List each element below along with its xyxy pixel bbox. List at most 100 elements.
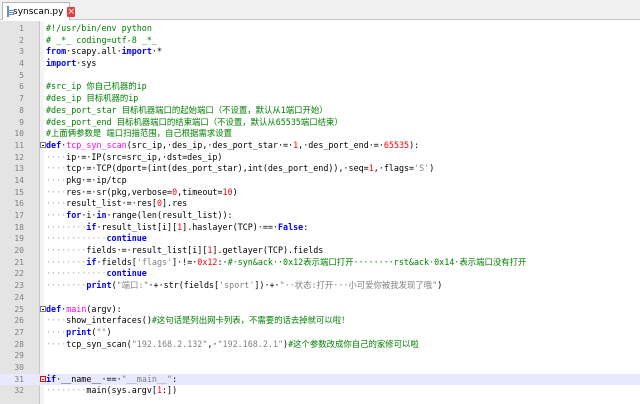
- code-line[interactable]: 27 ····print(""): [0, 327, 640, 339]
- code-token: #des_ip 目标机器的ip: [46, 93, 139, 104]
- line-number: 23: [14, 281, 24, 291]
- code-token: 65535: [383, 139, 410, 150]
- code-token: "··状态:打开···小可爱你被我发现了哦": [279, 280, 438, 291]
- code-text: #上面俩参数是 端口扫描范围，自己根据需求设置: [46, 128, 232, 140]
- code-line[interactable]: 24: [0, 292, 640, 304]
- code-line[interactable]: 4 import·sys: [0, 58, 640, 70]
- code-line[interactable]: 30: [0, 362, 640, 374]
- code-line[interactable]: 9 #des_port_end 目标机器端口的结束端口（不设置，默认从65535端…: [0, 117, 640, 129]
- code-token: "__main__": [121, 373, 173, 384]
- line-number: 14: [14, 175, 24, 185]
- code-area[interactable]: 1 #!/usr/bin/env python 2 # _*_ coding=utf-…: [0, 23, 640, 397]
- code-line[interactable]: 10 #上面俩参数是 端口扫描范围，自己根据需求设置: [0, 128, 640, 140]
- code-text: ····result_list·=·res[0].res: [46, 198, 187, 210]
- line-number: 25: [14, 304, 24, 314]
- code-token: ): [429, 163, 435, 174]
- code-token: (src_ip,·des_ip,·des_port_star·=·: [126, 139, 294, 150]
- code-token: (argv):: [86, 303, 122, 314]
- code-line[interactable]: 20 ········fields·=·result_list[i][1].get…: [0, 245, 640, 257]
- code-line[interactable]: 3 from·scapy.all·import·*: [0, 46, 640, 58]
- code-text: ········if·result_list[i][1].haslayer(TC…: [46, 222, 308, 234]
- code-token: ····: [46, 326, 67, 337]
- code-line[interactable]: 32 ········main(sys.argv[1:]): [0, 385, 640, 397]
- tab-bar: synscan.py ×: [0, 0, 640, 20]
- code-token: tcp_syn_scan(: [66, 338, 132, 349]
- code-line[interactable]: 1 #!/usr/bin/env python: [0, 23, 640, 35]
- code-token: "": [96, 326, 107, 337]
- code-line[interactable]: 16 ····result_list·=·res[0].res: [0, 198, 640, 210]
- line-number: 18: [14, 222, 24, 232]
- code-line[interactable]: 21 ········if·fields['flags']·!=·0x12:·#·…: [0, 257, 640, 269]
- line-number: 1: [19, 24, 24, 33]
- code-token: ): [437, 280, 443, 291]
- code-token: #src_ip 你自己机器的ip: [46, 81, 147, 92]
- code-line[interactable]: 29: [0, 350, 640, 362]
- code-token: ····: [46, 198, 67, 209]
- code-line[interactable]: 17 ····for·i·in·range(len(result_list)):: [0, 210, 640, 222]
- code-token: #这句话是列出网卡列表，不需要的话去掉就可以啦！: [151, 315, 350, 326]
- code-token: ············: [46, 233, 107, 244]
- code-token: 'sport': [219, 280, 255, 291]
- line-number: 29: [14, 351, 24, 361]
- code-token: import: [121, 46, 152, 57]
- code-token: ·*: [151, 46, 162, 57]
- code-token: ····: [46, 338, 67, 349]
- code-line[interactable]: 15 ····res·=·sr(pkg,verbose=0,timeout=10): [0, 187, 640, 199]
- code-text: #src_ip 你自己机器的ip: [46, 81, 147, 93]
- code-token: #des_port_end 目标机器端口的结束端口（不设置，默认从65535端口…: [46, 116, 343, 127]
- code-token: #des_port_star 目标机器端口的起始端口（不设置，默认从1端口开始）: [46, 104, 328, 115]
- code-text: ····print(""): [46, 327, 112, 339]
- code-line[interactable]: 22 ············continue: [0, 268, 640, 280]
- code-token: False: [277, 221, 304, 232]
- code-token: ·sys: [76, 58, 97, 69]
- code-token: ): [232, 186, 238, 197]
- code-token: :: [172, 373, 178, 384]
- code-text: #des_port_end 目标机器端口的结束端口（不设置，默认从65535端口…: [46, 117, 343, 129]
- code-token: main(sys.argv[: [86, 385, 157, 396]
- file-icon: [7, 6, 14, 17]
- code-token: tcp·=·TCP(dport=(int(des_port_star),int(…: [66, 163, 369, 174]
- code-token: ········: [46, 245, 87, 256]
- line-number: 11: [14, 140, 24, 150]
- line-number: 21: [14, 257, 24, 267]
- line-number: 28: [14, 339, 24, 349]
- code-line[interactable]: 14 ····pkg·=·ip/tcp: [0, 175, 640, 187]
- line-number: 5: [19, 70, 24, 80]
- line-number: 13: [14, 164, 24, 174]
- code-token: show_interfaces(): [66, 315, 152, 326]
- code-line[interactable]: 6 #src_ip 你自己机器的ip: [0, 81, 640, 93]
- code-line[interactable]: 31 if·__name__·==·"__main__":: [0, 373, 640, 386]
- code-line[interactable]: 23 ········print("端口:"·+·str(fields['spor…: [0, 280, 640, 292]
- code-text: #des_ip 目标机器的ip: [46, 93, 138, 105]
- code-line[interactable]: 18 ········if·result_list[i][1].haslayer(…: [0, 222, 640, 234]
- code-token: ·__name__·==·: [56, 373, 122, 384]
- code-line[interactable]: 8 #des_port_star 目标机器端口的起始端口（不设置，默认从1端口开始…: [0, 105, 640, 117]
- code-token: "192.168.2.132": [131, 338, 208, 349]
- code-token: :: [303, 221, 309, 232]
- code-text: if·__name__·==·"__main__":: [46, 374, 177, 386]
- code-token: ·i·: [81, 210, 97, 220]
- code-token: ·scapy.all·: [66, 46, 122, 57]
- code-line[interactable]: 19 ············continue: [0, 233, 640, 245]
- code-line[interactable]: 28 ····tcp_syn_scan("192.168.2.132",·"192…: [0, 339, 640, 351]
- code-text: ····pkg·=·ip/tcp: [46, 175, 127, 187]
- code-text: # _*_ coding=utf-8 _*_: [46, 35, 157, 47]
- code-text: ············continue: [46, 233, 147, 245]
- code-line[interactable]: 5: [0, 70, 640, 82]
- code-token: ····: [46, 186, 67, 197]
- code-line[interactable]: 13 ····tcp·=·TCP(dport=(int(des_port_star…: [0, 163, 640, 175]
- code-line[interactable]: 12 ····ip·=·IP(src=src_ip,·dst=des_ip): [0, 152, 640, 164]
- code-token: #·syn&ack··0x12表示端口打开········rst&ack·0x1…: [227, 256, 527, 267]
- code-token: tcp_syn_scan: [66, 139, 127, 150]
- code-line[interactable]: 26 ····show_interfaces()#这句话是列出网卡列表，不需要的话…: [0, 315, 640, 327]
- code-token: 'S': [414, 163, 430, 174]
- close-icon[interactable]: ×: [67, 6, 76, 17]
- code-line[interactable]: 25 def·main(argv):: [0, 304, 640, 316]
- code-line[interactable]: 11 def·tcp_syn_scan(src_ip,·des_ip,·des_p…: [0, 140, 640, 152]
- code-editor[interactable]: 1 #!/usr/bin/env python 2 # _*_ coding=utf-…: [0, 21, 640, 404]
- code-token: result_list·=·res[: [66, 198, 157, 209]
- code-token: ····: [46, 163, 67, 174]
- code-line[interactable]: 2 # _*_ coding=utf-8 _*_: [0, 35, 640, 47]
- tab-synscan[interactable]: synscan.py ×: [2, 2, 76, 20]
- code-line[interactable]: 7 #des_ip 目标机器的ip: [0, 93, 640, 105]
